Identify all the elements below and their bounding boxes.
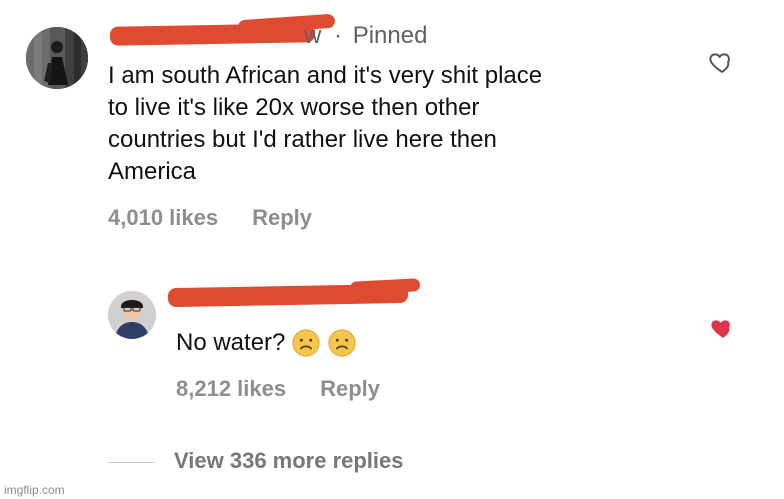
frowning-face-emoji-icon	[291, 328, 321, 358]
comment-text-line-1: I am south African and it's very shit pl…	[108, 62, 543, 89]
reply-likes[interactable]: 8,212 likes	[176, 376, 286, 402]
heart-filled-icon	[711, 320, 730, 338]
reply-avatar[interactable]	[108, 291, 156, 339]
comment-likes[interactable]: 4,010 likes	[108, 205, 218, 231]
comment-username-fragment: w	[304, 22, 322, 49]
heart-outline-icon	[709, 53, 730, 73]
reply-actions: 8,212 likes Reply	[176, 376, 380, 402]
comment-actions: 4,010 likes Reply	[108, 205, 312, 231]
reply-like-button[interactable]	[709, 314, 737, 342]
frowning-face-emoji-icon	[327, 328, 357, 358]
comment-like-button[interactable]	[708, 48, 736, 76]
view-more-divider	[108, 462, 154, 463]
reply-text-content: No water?	[176, 329, 286, 356]
pinned-label: Pinned	[352, 22, 428, 49]
comment-meta: w · Pinned	[304, 22, 427, 50]
reply-username-redaction-overlay	[349, 278, 421, 295]
comment-text: I am south African and it's very shit pl…	[108, 60, 668, 188]
reply-reply-button[interactable]: Reply	[320, 376, 380, 402]
imgflip-watermark: imgflip.com	[4, 483, 65, 497]
comment-text-line-4: America	[108, 158, 197, 185]
comment-text-line-2: to live it's like 20x worse then other	[108, 94, 480, 121]
view-more-replies-button[interactable]: View 336 more replies	[174, 448, 404, 474]
reply-text: No water?	[176, 328, 357, 358]
comment-reply-button[interactable]: Reply	[252, 205, 312, 231]
comment-text-line-3: countries but I'd rather live here then	[108, 126, 497, 153]
comment-avatar[interactable]	[26, 27, 88, 89]
comment-meta-separator: ·	[334, 22, 343, 49]
